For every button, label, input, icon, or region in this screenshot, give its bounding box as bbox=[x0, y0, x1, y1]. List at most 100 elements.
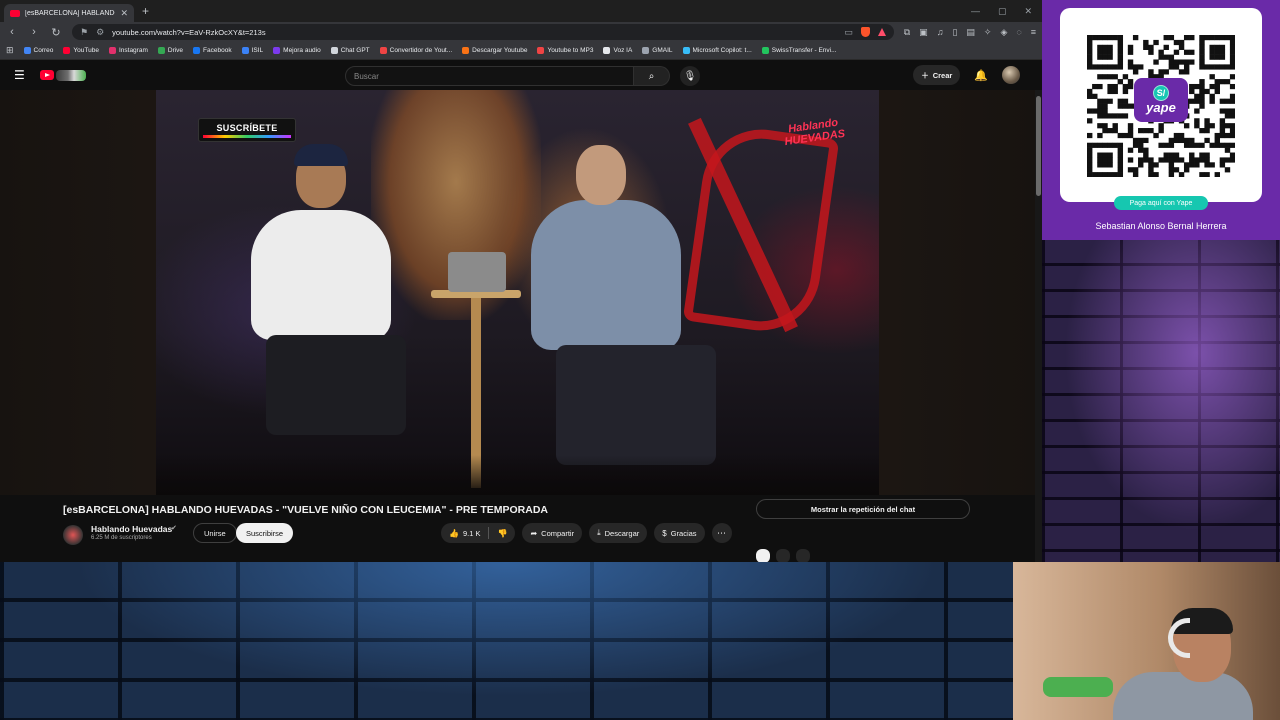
puzzle-icon[interactable]: ✧ bbox=[984, 27, 992, 38]
qr-module bbox=[1209, 44, 1215, 50]
wallet-icon[interactable]: ◈ bbox=[1000, 27, 1007, 38]
qr-module bbox=[1102, 152, 1108, 158]
brave-shield-icon[interactable] bbox=[860, 27, 870, 37]
back-icon[interactable]: ‹ bbox=[6, 26, 18, 38]
bookmark-item[interactable]: SwissTransfer - Envi... bbox=[761, 47, 837, 54]
qr-module bbox=[1087, 49, 1093, 55]
download-button[interactable]: ⤓ Descargar bbox=[589, 523, 648, 543]
qr-module bbox=[1199, 93, 1205, 99]
youtube-logo[interactable] bbox=[40, 69, 86, 81]
download-icon: ⤓ bbox=[597, 528, 601, 537]
bookmark-item[interactable]: Facebook bbox=[193, 47, 232, 54]
forward-icon[interactable]: › bbox=[28, 26, 40, 38]
channel-name[interactable]: Hablando Huevadas bbox=[91, 524, 172, 534]
header-actions: ＋ Crear 🔔 bbox=[913, 65, 1020, 85]
microphone-icon: 🎙 bbox=[683, 70, 697, 82]
site-info-icon[interactable]: ⚙ bbox=[96, 27, 104, 38]
apps-icon[interactable]: ⊞ bbox=[6, 45, 14, 56]
share-button[interactable]: ➦ Compartir bbox=[522, 523, 583, 543]
media-icon[interactable]: ♫ bbox=[937, 27, 944, 37]
qr-module bbox=[1158, 142, 1164, 148]
notifications-bell-icon[interactable]: 🔔 bbox=[974, 69, 988, 82]
qr-module bbox=[1189, 88, 1195, 95]
maximize-icon[interactable]: ▢ bbox=[998, 6, 1007, 17]
close-tab-icon[interactable]: ✕ bbox=[120, 8, 128, 19]
bookmark-item[interactable]: Microsoft Copilot: t... bbox=[682, 47, 752, 54]
show-chat-replay-button[interactable]: Mostrar la repetición del chat bbox=[756, 499, 970, 519]
sidebar-icon[interactable]: ▯ bbox=[952, 27, 957, 38]
bookmark-item[interactable]: Mejora audio bbox=[273, 47, 321, 54]
channel-avatar[interactable] bbox=[63, 525, 83, 545]
qr-module bbox=[1148, 172, 1154, 177]
search-button[interactable]: ⌕ bbox=[634, 66, 670, 86]
bookmark-icon[interactable]: ⚑ bbox=[80, 27, 88, 38]
bookmark-item[interactable]: Chat GPT bbox=[330, 47, 370, 54]
chip-channel[interactable] bbox=[776, 549, 790, 562]
bookmark-item[interactable]: Descargar Youtube bbox=[462, 47, 527, 54]
minimize-icon[interactable]: — bbox=[971, 6, 980, 17]
close-window-icon[interactable]: ✕ bbox=[1024, 6, 1032, 17]
qr-module bbox=[1219, 123, 1226, 129]
qr-module bbox=[1214, 83, 1220, 90]
cast-icon[interactable]: ▭ bbox=[844, 27, 853, 38]
reload-icon[interactable]: ↻ bbox=[50, 26, 62, 39]
qr-module bbox=[1143, 44, 1149, 50]
bookmark-item[interactable]: Voz IA bbox=[603, 47, 632, 54]
qr-module bbox=[1209, 83, 1215, 90]
qr-module bbox=[1107, 64, 1113, 70]
qr-module bbox=[1219, 54, 1226, 60]
chip-all[interactable] bbox=[756, 549, 770, 562]
qr-module bbox=[1199, 152, 1205, 158]
thanks-button[interactable]: $ Gracias bbox=[654, 523, 705, 543]
create-button[interactable]: ＋ Crear bbox=[913, 65, 961, 85]
qr-module bbox=[1204, 137, 1210, 144]
account-avatar[interactable] bbox=[1002, 66, 1020, 84]
vpn-icon[interactable]: ◌ bbox=[1016, 27, 1021, 37]
reading-list-icon[interactable]: ▤ bbox=[966, 27, 975, 38]
join-button[interactable]: Unirse bbox=[193, 523, 237, 543]
dislike-button[interactable]: 👎 bbox=[489, 529, 515, 538]
tab-active[interactable]: [esBARCELONA] HABLANDO HUEVADAS ✕ bbox=[4, 4, 134, 22]
bookmark-favicon-icon bbox=[642, 47, 650, 54]
create-label: Crear bbox=[932, 70, 953, 80]
qr-module bbox=[1092, 64, 1098, 70]
bookmark-item[interactable]: Correo bbox=[23, 47, 53, 54]
page-scrollbar[interactable] bbox=[1035, 90, 1042, 562]
bookmark-item[interactable]: YouTube bbox=[63, 47, 99, 54]
brave-rewards-icon[interactable] bbox=[877, 28, 886, 36]
new-tab-icon[interactable]: + bbox=[142, 4, 149, 18]
scrollbar-thumb[interactable] bbox=[1036, 96, 1041, 196]
bookmark-item[interactable]: Instagram bbox=[108, 47, 148, 54]
chip-comedy[interactable] bbox=[796, 549, 810, 562]
bookmark-item[interactable]: Youtube to MP3 bbox=[537, 47, 593, 54]
qr-module bbox=[1127, 79, 1134, 85]
qr-module bbox=[1102, 157, 1108, 163]
bookmark-item[interactable]: Drive bbox=[157, 47, 183, 54]
menu-icon[interactable]: ≡ bbox=[1031, 27, 1036, 37]
more-actions-button[interactable]: ⋯ bbox=[711, 523, 732, 543]
like-button[interactable]: 👍 9.1 K bbox=[441, 529, 488, 538]
address-bar[interactable]: ⚑ ⚙ youtube.com/watch?v=EaV-RzkOcXY&t=21… bbox=[72, 24, 894, 40]
bookmark-item[interactable]: ISIL bbox=[241, 47, 263, 54]
hamburger-menu-icon[interactable]: ☰ bbox=[14, 68, 28, 82]
screenshot-icon[interactable]: ▣ bbox=[919, 27, 928, 38]
qr-module bbox=[1107, 113, 1113, 119]
more-icon: ⋯ bbox=[717, 527, 727, 538]
qr-module bbox=[1107, 83, 1113, 90]
qr-module bbox=[1219, 98, 1226, 104]
bookmark-item[interactable]: GMAIL bbox=[642, 47, 673, 54]
voice-search-button[interactable]: 🎙 bbox=[680, 66, 700, 86]
qr-module bbox=[1117, 152, 1124, 158]
bookmark-item[interactable]: Convertidor de Yout... bbox=[379, 47, 452, 54]
qr-module bbox=[1209, 162, 1215, 168]
plus-icon: ＋ bbox=[921, 70, 929, 80]
currency-badge: S/ bbox=[1153, 85, 1169, 101]
search-input[interactable] bbox=[345, 66, 634, 86]
extensions-icon[interactable]: ⧉ bbox=[904, 27, 910, 38]
qr-module bbox=[1117, 103, 1124, 109]
qr-module bbox=[1158, 123, 1164, 129]
video-player[interactable]: SUSCRÍBETE Hablando HUEVADAS bbox=[156, 90, 879, 495]
subscribe-button[interactable]: Suscribirse bbox=[236, 523, 294, 543]
bookmark-favicon-icon bbox=[157, 47, 165, 54]
qr-module bbox=[1112, 172, 1118, 177]
